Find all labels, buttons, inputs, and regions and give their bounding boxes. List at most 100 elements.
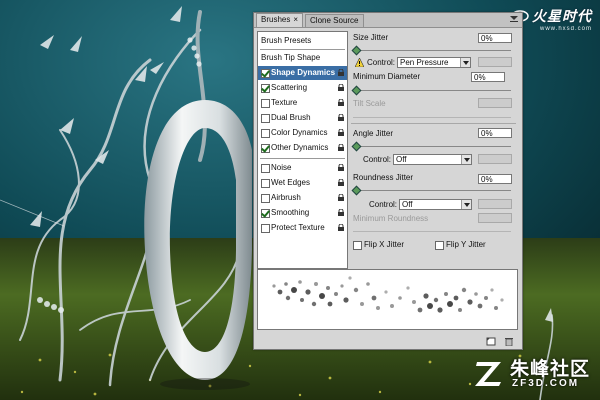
minimum-roundness-field xyxy=(478,213,512,223)
slider-thumb[interactable] xyxy=(351,141,362,152)
close-icon[interactable]: × xyxy=(293,15,298,24)
other-dynamics-label: Other Dynamics xyxy=(271,143,329,152)
warning-icon xyxy=(355,58,364,67)
roundness-control-value: Off xyxy=(402,200,413,209)
angle-control-select[interactable]: Off xyxy=(393,154,472,165)
scattering-item[interactable]: Scattering xyxy=(258,81,347,95)
lock-icon[interactable] xyxy=(338,194,344,201)
lock-icon[interactable] xyxy=(338,84,344,91)
lock-icon[interactable] xyxy=(338,179,344,186)
divider xyxy=(260,158,345,159)
angle-jitter-slider[interactable] xyxy=(353,146,511,147)
tab-brushes-label: Brushes xyxy=(261,15,291,24)
brush-presets-item[interactable]: Brush Presets xyxy=(258,34,347,48)
panel-tabs: Brushes × Clone Source xyxy=(254,13,522,28)
divider xyxy=(260,49,345,50)
wet-edges-checkbox[interactable] xyxy=(261,179,270,188)
other-dynamics-checkbox[interactable] xyxy=(261,144,270,153)
other-dynamics-item[interactable]: Other Dynamics xyxy=(258,141,347,155)
minimum-diameter-slider[interactable] xyxy=(353,90,511,91)
scattering-label: Scattering xyxy=(271,83,308,92)
texture-checkbox[interactable] xyxy=(261,99,270,108)
lock-icon[interactable] xyxy=(338,99,344,106)
slider-thumb[interactable] xyxy=(351,45,362,56)
lock-icon[interactable] xyxy=(338,224,344,231)
minimum-roundness-slider xyxy=(353,231,511,232)
roundness-jitter-value[interactable]: 0% xyxy=(478,174,512,184)
size-jitter-value[interactable]: 0% xyxy=(478,33,512,43)
airbrush-checkbox[interactable] xyxy=(261,194,270,203)
roundness-control-select[interactable]: Off xyxy=(399,199,472,210)
lock-icon[interactable] xyxy=(338,164,344,171)
angle-jitter-label: Angle Jitter xyxy=(353,129,394,138)
airbrush-label: Airbrush xyxy=(271,193,301,202)
tab-clone-source-label: Clone Source xyxy=(310,16,359,25)
watermark-top-logo: 火星时代 xyxy=(532,8,592,24)
tab-brushes[interactable]: Brushes × xyxy=(256,13,304,27)
watermark-bottom: 朱峰社区 ZF3D.COM xyxy=(472,354,592,394)
angle-control-label: Control: xyxy=(363,155,392,164)
size-control-value: Pen Pressure xyxy=(400,58,449,67)
flip-y-checkbox[interactable] xyxy=(435,241,444,250)
angle-jitter-value[interactable]: 0% xyxy=(478,128,512,138)
trash-icon[interactable] xyxy=(504,337,514,346)
chevron-down-icon xyxy=(461,155,471,164)
lock-icon[interactable] xyxy=(338,209,344,216)
shape-dynamics-label: Shape Dynamics xyxy=(271,68,336,77)
empty-field xyxy=(478,199,512,209)
dual-brush-label: Dual Brush xyxy=(271,113,311,122)
minimum-roundness-label: Minimum Roundness xyxy=(353,214,429,223)
zf3d-logo-icon xyxy=(475,362,501,386)
chevron-down-icon xyxy=(461,200,471,209)
tilt-scale-slider xyxy=(353,117,511,118)
scattering-checkbox[interactable] xyxy=(261,84,270,93)
brush-tip-shape-item[interactable]: Brush Tip Shape xyxy=(258,51,347,65)
noise-label: Noise xyxy=(271,163,292,172)
smoothing-item[interactable]: Smoothing xyxy=(258,206,347,220)
dual-brush-checkbox[interactable] xyxy=(261,114,270,123)
lock-icon[interactable] xyxy=(338,114,344,121)
brush-preview xyxy=(257,269,518,330)
airbrush-item[interactable]: Airbrush xyxy=(258,191,347,205)
dual-brush-item[interactable]: Dual Brush xyxy=(258,111,347,125)
size-jitter-slider[interactable] xyxy=(353,50,511,51)
roundness-jitter-slider[interactable] xyxy=(353,190,511,191)
flip-x-checkbox[interactable] xyxy=(353,241,362,250)
protect-texture-label: Protect Texture xyxy=(271,223,325,232)
size-control-select[interactable]: Pen Pressure xyxy=(397,57,471,68)
lock-icon[interactable] xyxy=(338,144,344,151)
brush-tip-shape-label: Brush Tip Shape xyxy=(261,53,321,62)
noise-checkbox[interactable] xyxy=(261,164,270,173)
brushes-panel: Brushes × Clone Source Brush Presets Brus… xyxy=(253,12,523,350)
smoothing-checkbox[interactable] xyxy=(261,209,270,218)
color-dynamics-item[interactable]: Color Dynamics xyxy=(258,126,347,140)
wet-edges-item[interactable]: Wet Edges xyxy=(258,176,347,190)
tilt-scale-label: Tilt Scale xyxy=(353,99,386,108)
color-dynamics-checkbox[interactable] xyxy=(261,129,270,138)
lock-icon[interactable] xyxy=(338,69,344,76)
protect-texture-checkbox[interactable] xyxy=(261,224,270,233)
empty-field xyxy=(478,154,512,164)
slider-thumb[interactable] xyxy=(351,185,362,196)
panel-menu-icon[interactable] xyxy=(509,15,519,24)
shape-dynamics-checkbox[interactable] xyxy=(261,69,270,78)
protect-texture-item[interactable]: Protect Texture xyxy=(258,221,347,235)
angle-control-value: Off xyxy=(396,155,407,164)
tab-clone-source[interactable]: Clone Source xyxy=(305,14,364,27)
shape-dynamics-item[interactable]: Shape Dynamics xyxy=(258,66,347,80)
smoothing-label: Smoothing xyxy=(271,208,310,217)
wet-edges-label: Wet Edges xyxy=(271,178,310,187)
size-jitter-label: Size Jitter xyxy=(353,33,389,42)
color-dynamics-label: Color Dynamics xyxy=(271,128,328,137)
minimum-diameter-value[interactable]: 0% xyxy=(471,72,505,82)
flip-x-label: Flip X Jitter xyxy=(364,240,405,249)
lock-icon[interactable] xyxy=(338,129,344,136)
texture-item[interactable]: Texture xyxy=(258,96,347,110)
watermark-bottom-logo: 朱峰社区 xyxy=(510,359,591,380)
chevron-down-icon xyxy=(460,58,470,67)
new-brush-icon[interactable] xyxy=(486,337,496,346)
noise-item[interactable]: Noise xyxy=(258,161,347,175)
size-control-label: Control: xyxy=(367,58,396,67)
slider-thumb[interactable] xyxy=(351,85,362,96)
roundness-control-label: Control: xyxy=(369,200,398,209)
